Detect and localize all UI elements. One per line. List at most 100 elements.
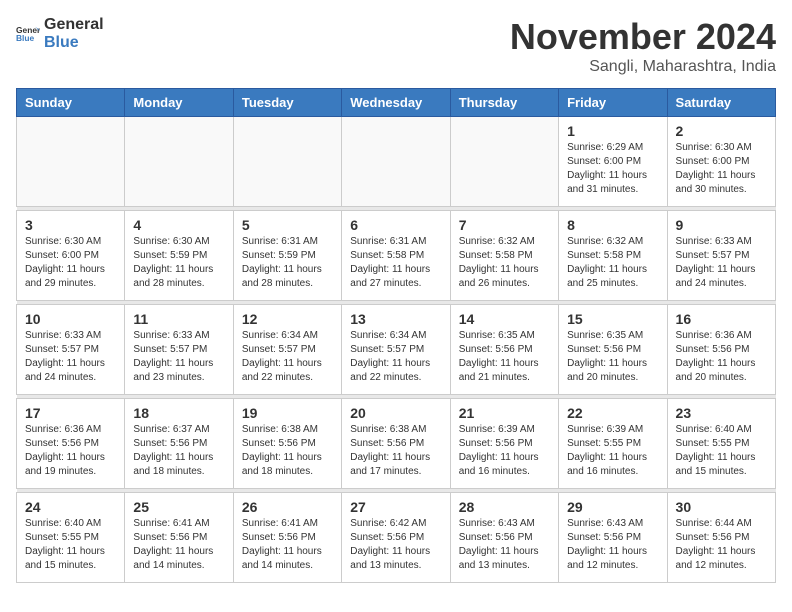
day-number: 10	[25, 311, 116, 327]
calendar-cell: 24Sunrise: 6:40 AM Sunset: 5:55 PM Dayli…	[17, 493, 125, 583]
day-number: 17	[25, 405, 116, 421]
week-row-2: 10 Sunrise: 6:33 AM Sunset: 5:57 PM Dayli…	[17, 305, 776, 395]
calendar-cell	[450, 117, 558, 207]
cell-info: Sunrise: 6:41 AM Sunset: 5:56 PM Dayligh…	[242, 517, 333, 573]
calendar-cell	[233, 117, 341, 207]
cell-info: Sunrise: 6:42 AM Sunset: 5:56 PM Dayligh…	[350, 517, 441, 573]
cell-info: Sunrise: 6:43 AM Sunset: 5:56 PM Dayligh…	[459, 517, 550, 573]
calendar-table: SundayMondayTuesdayWednesdayThursdayFrid…	[16, 88, 776, 583]
cell-info: Sunrise: 6:39 AM Sunset: 5:55 PM Dayligh…	[567, 423, 658, 479]
calendar-cell	[125, 117, 233, 207]
cell-info: Sunrise: 6:40 AM Sunset: 5:55 PM Dayligh…	[676, 423, 767, 479]
logo-blue: Blue	[44, 34, 104, 52]
day-number: 20	[350, 405, 441, 421]
week-row-4: 24Sunrise: 6:40 AM Sunset: 5:55 PM Dayli…	[17, 493, 776, 583]
calendar-cell: 5 Sunrise: 6:31 AM Sunset: 5:59 PM Daylig…	[233, 211, 341, 301]
day-number: 7	[459, 217, 550, 233]
calendar-cell: 25 Sunrise: 6:41 AM Sunset: 5:56 PM Dayli…	[125, 493, 233, 583]
logo-icon: General Blue	[16, 22, 40, 46]
calendar-cell: 30Sunrise: 6:44 AM Sunset: 5:56 PM Dayli…	[667, 493, 775, 583]
cell-info: Sunrise: 6:36 AM Sunset: 5:56 PM Dayligh…	[676, 329, 767, 385]
day-header-sunday: Sunday	[17, 89, 125, 117]
day-number: 11	[133, 311, 224, 327]
calendar-cell: 16 Sunrise: 6:36 AM Sunset: 5:56 PM Dayli…	[667, 305, 775, 395]
day-header-tuesday: Tuesday	[233, 89, 341, 117]
day-number: 3	[25, 217, 116, 233]
cell-info: Sunrise: 6:35 AM Sunset: 5:56 PM Dayligh…	[459, 329, 550, 385]
cell-info: Sunrise: 6:33 AM Sunset: 5:57 PM Dayligh…	[133, 329, 224, 385]
calendar-cell: 10 Sunrise: 6:33 AM Sunset: 5:57 PM Dayli…	[17, 305, 125, 395]
calendar-cell: 15 Sunrise: 6:35 AM Sunset: 5:56 PM Dayli…	[559, 305, 667, 395]
calendar-cell: 21 Sunrise: 6:39 AM Sunset: 5:56 PM Dayli…	[450, 399, 558, 489]
calendar-cell: 14 Sunrise: 6:35 AM Sunset: 5:56 PM Dayli…	[450, 305, 558, 395]
cell-info: Sunrise: 6:39 AM Sunset: 5:56 PM Dayligh…	[459, 423, 550, 479]
day-number: 16	[676, 311, 767, 327]
cell-info: Sunrise: 6:35 AM Sunset: 5:56 PM Dayligh…	[567, 329, 658, 385]
day-number: 9	[676, 217, 767, 233]
cell-info: Sunrise: 6:32 AM Sunset: 5:58 PM Dayligh…	[567, 235, 658, 291]
calendar-cell: 1Sunrise: 6:29 AM Sunset: 6:00 PM Daylig…	[559, 117, 667, 207]
logo-general: General	[44, 16, 104, 34]
day-number: 4	[133, 217, 224, 233]
calendar-cell	[342, 117, 450, 207]
week-row-3: 17 Sunrise: 6:36 AM Sunset: 5:56 PM Dayli…	[17, 399, 776, 489]
svg-text:Blue: Blue	[16, 33, 35, 43]
calendar-cell: 9 Sunrise: 6:33 AM Sunset: 5:57 PM Daylig…	[667, 211, 775, 301]
cell-info: Sunrise: 6:33 AM Sunset: 5:57 PM Dayligh…	[676, 235, 767, 291]
day-number: 19	[242, 405, 333, 421]
day-number: 1	[567, 123, 658, 139]
logo: General Blue General Blue	[16, 16, 104, 51]
day-number: 21	[459, 405, 550, 421]
calendar-cell	[17, 117, 125, 207]
cell-info: Sunrise: 6:32 AM Sunset: 5:58 PM Dayligh…	[459, 235, 550, 291]
cell-info: Sunrise: 6:34 AM Sunset: 5:57 PM Dayligh…	[350, 329, 441, 385]
cell-info: Sunrise: 6:37 AM Sunset: 5:56 PM Dayligh…	[133, 423, 224, 479]
cell-info: Sunrise: 6:31 AM Sunset: 5:58 PM Dayligh…	[350, 235, 441, 291]
cell-info: Sunrise: 6:30 AM Sunset: 5:59 PM Dayligh…	[133, 235, 224, 291]
calendar-cell: 7 Sunrise: 6:32 AM Sunset: 5:58 PM Daylig…	[450, 211, 558, 301]
day-number: 13	[350, 311, 441, 327]
day-number: 23	[676, 405, 767, 421]
calendar-cell: 8 Sunrise: 6:32 AM Sunset: 5:58 PM Daylig…	[559, 211, 667, 301]
day-number: 18	[133, 405, 224, 421]
calendar-cell: 28Sunrise: 6:43 AM Sunset: 5:56 PM Dayli…	[450, 493, 558, 583]
calendar-cell: 18 Sunrise: 6:37 AM Sunset: 5:56 PM Dayli…	[125, 399, 233, 489]
calendar-cell: 4 Sunrise: 6:30 AM Sunset: 5:59 PM Daylig…	[125, 211, 233, 301]
day-header-friday: Friday	[559, 89, 667, 117]
cell-info: Sunrise: 6:30 AM Sunset: 6:00 PM Dayligh…	[676, 141, 767, 197]
cell-info: Sunrise: 6:43 AM Sunset: 5:56 PM Dayligh…	[567, 517, 658, 573]
cell-info: Sunrise: 6:34 AM Sunset: 5:57 PM Dayligh…	[242, 329, 333, 385]
calendar-cell: 11 Sunrise: 6:33 AM Sunset: 5:57 PM Dayli…	[125, 305, 233, 395]
cell-info: Sunrise: 6:31 AM Sunset: 5:59 PM Dayligh…	[242, 235, 333, 291]
week-row-0: 1Sunrise: 6:29 AM Sunset: 6:00 PM Daylig…	[17, 117, 776, 207]
calendar-cell: 22 Sunrise: 6:39 AM Sunset: 5:55 PM Dayli…	[559, 399, 667, 489]
day-header-saturday: Saturday	[667, 89, 775, 117]
day-number: 15	[567, 311, 658, 327]
calendar-cell: 13 Sunrise: 6:34 AM Sunset: 5:57 PM Dayli…	[342, 305, 450, 395]
location-title: Sangli, Maharashtra, India	[510, 58, 776, 76]
calendar-cell: 29 Sunrise: 6:43 AM Sunset: 5:56 PM Dayli…	[559, 493, 667, 583]
calendar-cell: 12 Sunrise: 6:34 AM Sunset: 5:57 PM Dayli…	[233, 305, 341, 395]
day-number: 6	[350, 217, 441, 233]
day-number: 29	[567, 499, 658, 515]
calendar-cell: 27 Sunrise: 6:42 AM Sunset: 5:56 PM Dayli…	[342, 493, 450, 583]
day-number: 5	[242, 217, 333, 233]
cell-info: Sunrise: 6:41 AM Sunset: 5:56 PM Dayligh…	[133, 517, 224, 573]
day-number: 27	[350, 499, 441, 515]
day-header-thursday: Thursday	[450, 89, 558, 117]
cell-info: Sunrise: 6:40 AM Sunset: 5:55 PM Dayligh…	[25, 517, 116, 573]
cell-info: Sunrise: 6:38 AM Sunset: 5:56 PM Dayligh…	[242, 423, 333, 479]
day-number: 14	[459, 311, 550, 327]
day-header-wednesday: Wednesday	[342, 89, 450, 117]
day-number: 22	[567, 405, 658, 421]
day-number: 12	[242, 311, 333, 327]
calendar-cell: 26Sunrise: 6:41 AM Sunset: 5:56 PM Dayli…	[233, 493, 341, 583]
cell-info: Sunrise: 6:33 AM Sunset: 5:57 PM Dayligh…	[25, 329, 116, 385]
day-number: 30	[676, 499, 767, 515]
calendar-cell: 20Sunrise: 6:38 AM Sunset: 5:56 PM Dayli…	[342, 399, 450, 489]
day-number: 25	[133, 499, 224, 515]
day-number: 8	[567, 217, 658, 233]
cell-info: Sunrise: 6:36 AM Sunset: 5:56 PM Dayligh…	[25, 423, 116, 479]
week-row-1: 3Sunrise: 6:30 AM Sunset: 6:00 PM Daylig…	[17, 211, 776, 301]
day-header-monday: Monday	[125, 89, 233, 117]
